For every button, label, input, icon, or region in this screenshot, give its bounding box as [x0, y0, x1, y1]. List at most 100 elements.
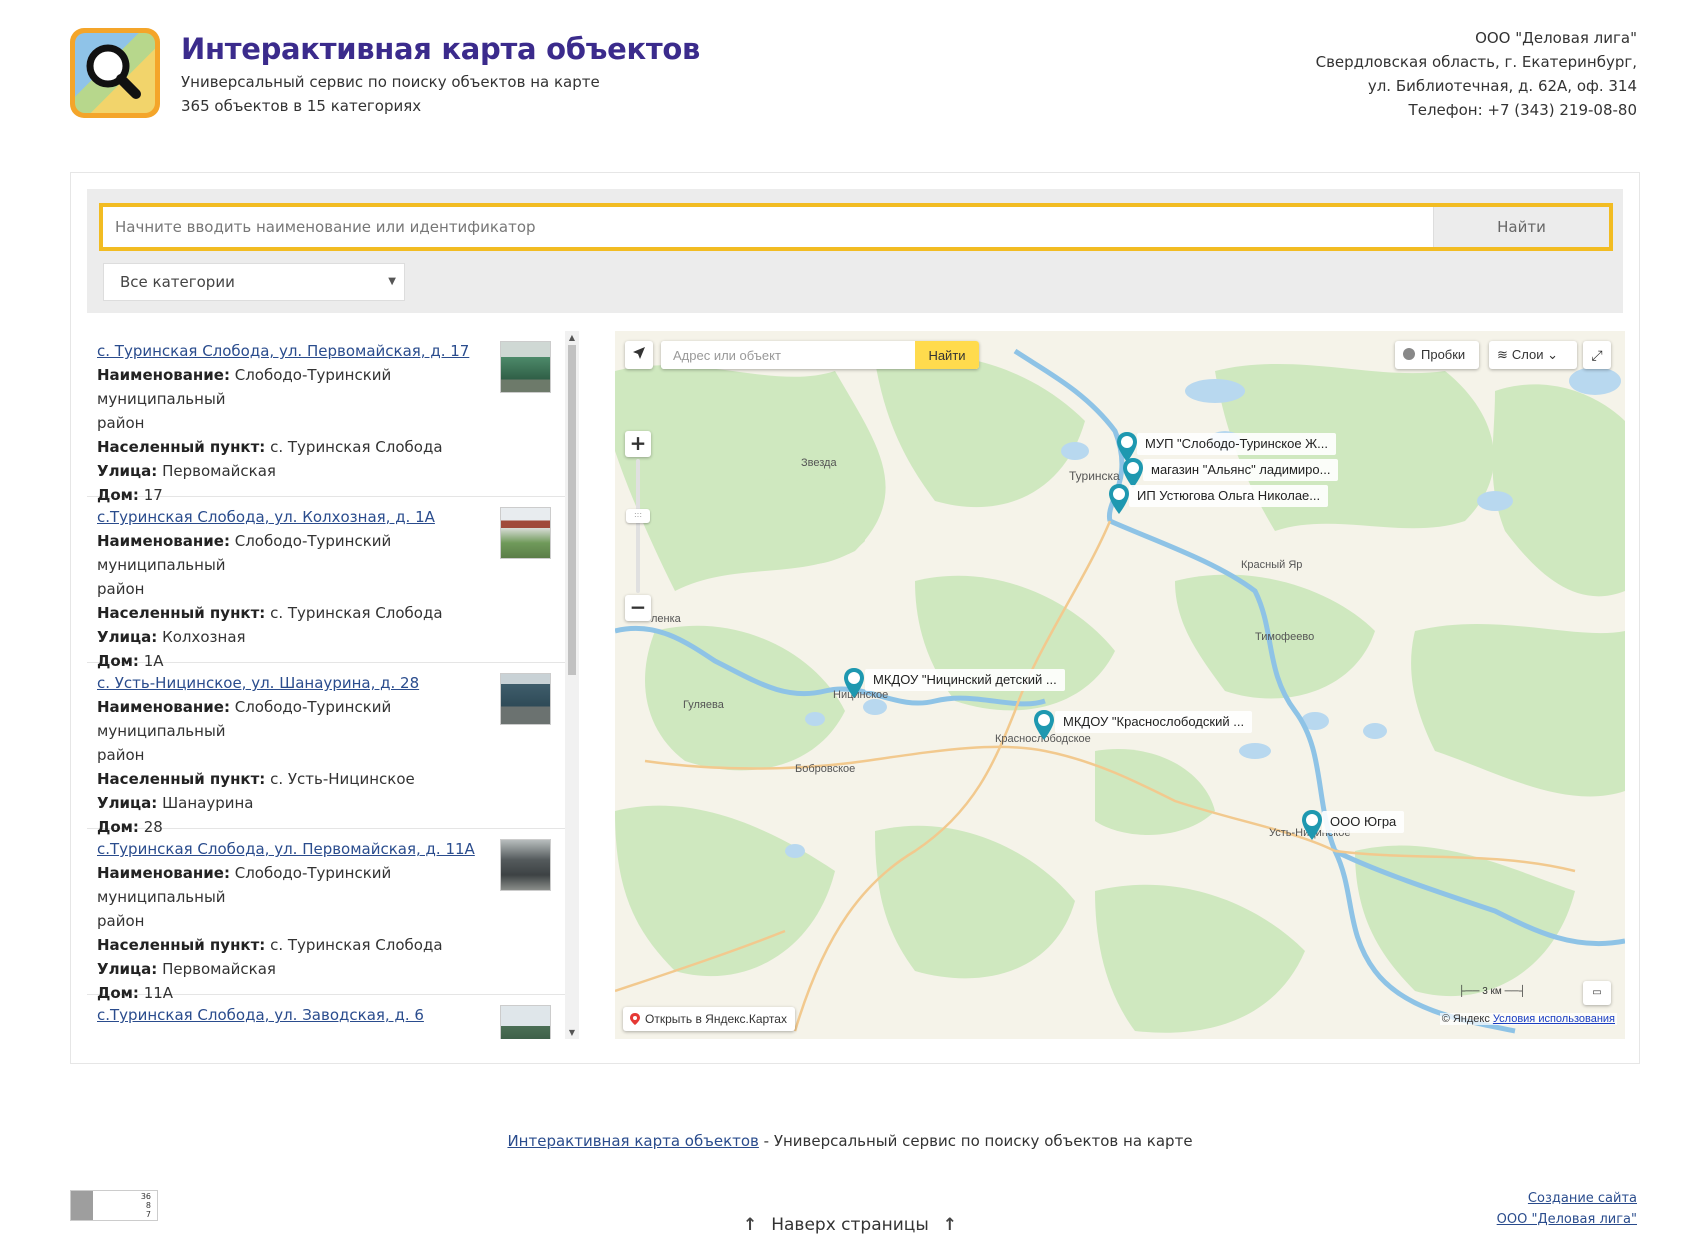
scrollbar-thumb[interactable] — [568, 345, 576, 675]
list-item: с.Туринская Слобода, ул. Первомайская, д… — [87, 829, 565, 1002]
plus-icon: + — [629, 431, 647, 455]
geolocation-button[interactable] — [625, 341, 653, 369]
object-photo[interactable] — [500, 507, 551, 559]
map-marker-icon[interactable] — [1301, 809, 1323, 841]
zoom-slider-handle[interactable]: ::: — [626, 509, 650, 523]
list-item: с.Туринская Слобода, ул. Колхозная, д. 1… — [87, 497, 565, 670]
traffic-label: Пробки — [1421, 347, 1466, 362]
place-label: Звезда — [801, 457, 837, 469]
site-title: Интерактивная карта объектов — [181, 32, 701, 66]
list-item: с.Туринская Слобода, ул. Заводская, д. 6 — [87, 995, 565, 1039]
ruler-icon: ▭ — [1592, 987, 1602, 998]
object-locality: Населенный пункт: с. Туринская Слобода — [97, 438, 443, 456]
object-street: Улица: Первомайская — [97, 960, 276, 978]
contact-info: ООО "Деловая лига" Свердловская область,… — [1316, 26, 1637, 122]
map-marker-label[interactable]: МКДОУ "Краснослободский ... — [1055, 711, 1253, 733]
object-link[interactable]: с.Туринская Слобода, ул. Заводская, д. 6 — [97, 1003, 475, 1027]
object-name-cont: район — [97, 746, 145, 764]
site-subtitle: Универсальный сервис по поиску объектов … — [181, 73, 600, 91]
traffic-button[interactable]: Пробки — [1395, 341, 1479, 369]
list-item: с. Усть-Ницинское, ул. Шанаурина, д. 28 … — [87, 663, 565, 836]
map[interactable]: Найти Пробки ≋Слои ⌄ ⤢ + ::: − Звезда Ту… — [615, 331, 1625, 1039]
layers-label: Слои — [1511, 347, 1544, 362]
open-in-yandex-maps-label: Открыть в Яндекс.Картах — [645, 1012, 787, 1026]
traffic-light-icon — [1403, 348, 1415, 360]
zoom-slider-track[interactable] — [636, 459, 640, 593]
map-marker-icon[interactable] — [1108, 483, 1130, 515]
objects-list[interactable]: с. Туринская Слобода, ул. Первомайская, … — [87, 331, 565, 1039]
ruler-button[interactable]: ▭ — [1583, 981, 1611, 1005]
object-name: Наименование: Слободо-Туринский муниципа… — [97, 698, 392, 740]
place-label: Тимофеево — [1255, 631, 1315, 643]
chevron-down-icon: ⌄ — [1547, 347, 1559, 362]
phone: Телефон: +7 (343) 219-08-80 — [1408, 101, 1637, 119]
category-select-value: Все категории — [120, 273, 235, 291]
map-find-button[interactable]: Найти — [915, 341, 979, 369]
footer-line: Интерактивная карта объектов - Универсал… — [0, 1132, 1700, 1150]
map-scale: ├── 3 км ──┤ — [1458, 986, 1526, 997]
map-marker-label[interactable]: МУП "Слободо-Туринское Ж... — [1137, 433, 1337, 455]
category-select[interactable]: Все категории ▼ — [103, 263, 405, 301]
footer-tagline: - Универсальный сервис по поиску объекто… — [758, 1132, 1193, 1150]
back-to-top[interactable]: ↑ Наверх страницы ↑ — [0, 1215, 1700, 1235]
object-street: Улица: Первомайская — [97, 462, 276, 480]
map-pin-icon — [630, 1013, 640, 1025]
object-street: Улица: Колхозная — [97, 628, 246, 646]
expand-icon: ⤢ — [1591, 347, 1603, 363]
map-marker-label[interactable]: МКДОУ "Ницинский детский ... — [865, 669, 1065, 691]
map-marker-icon[interactable] — [843, 667, 865, 699]
credit-link-site[interactable]: Создание сайта — [1497, 1188, 1637, 1209]
back-to-top-label: Наверх страницы — [771, 1215, 929, 1235]
copyright-text: © Яндекс — [1441, 1013, 1490, 1025]
chevron-down-icon: ▼ — [388, 276, 396, 287]
scroll-up-icon[interactable]: ▲ — [565, 333, 579, 342]
site-logo[interactable] — [70, 28, 160, 118]
object-name-cont: район — [97, 414, 145, 432]
object-photo[interactable] — [500, 673, 551, 725]
object-link[interactable]: с. Усть-Ницинское, ул. Шанаурина, д. 28 — [97, 671, 475, 695]
fullscreen-button[interactable]: ⤢ — [1583, 341, 1611, 369]
object-name: Наименование: Слободо-Туринский муниципа… — [97, 532, 392, 574]
object-link[interactable]: с. Туринская Слобода, ул. Первомайская, … — [97, 339, 475, 363]
object-street: Улица: Шанаурина — [97, 794, 254, 812]
company-name: ООО "Деловая лига" — [1475, 29, 1637, 47]
layers-button[interactable]: ≋ Слои ⌄ — [1489, 341, 1577, 369]
object-locality: Населенный пункт: с. Туринская Слобода — [97, 936, 443, 954]
zoom-out-button[interactable]: − — [625, 595, 651, 621]
list-item: с. Туринская Слобода, ул. Первомайская, … — [87, 331, 565, 504]
arrow-up-icon: ↑ — [742, 1215, 758, 1235]
map-marker-icon[interactable] — [1033, 709, 1055, 741]
location-arrow-icon — [633, 347, 645, 359]
objects-count: 365 объектов в 15 категориях — [181, 97, 422, 115]
credit-link-company[interactable]: ООО "Деловая лига" — [1497, 1209, 1637, 1230]
map-search: Найти — [661, 341, 979, 369]
search-input[interactable] — [103, 207, 1433, 247]
layers-icon: ≋ — [1497, 347, 1508, 362]
object-name: Наименование: Слободо-Туринский муниципа… — [97, 366, 392, 408]
magnifier-icon — [86, 44, 141, 99]
terms-link[interactable]: Условия использования — [1493, 1013, 1615, 1025]
zoom-in-button[interactable]: + — [625, 431, 651, 457]
main-panel: Найти Все категории ▼ с. Туринская Слобо… — [70, 172, 1640, 1064]
list-scrollbar[interactable]: ▲ ▼ — [565, 331, 579, 1039]
object-name-cont: район — [97, 580, 145, 598]
map-marker-label[interactable]: ИП Устюгова Ольга Николае... — [1129, 485, 1329, 507]
footer-home-link[interactable]: Интерактивная карта объектов — [507, 1132, 758, 1150]
object-photo[interactable] — [500, 839, 551, 891]
scroll-down-icon[interactable]: ▼ — [565, 1028, 579, 1037]
map-address-input[interactable] — [661, 341, 915, 369]
object-photo[interactable] — [500, 341, 551, 393]
map-marker-label[interactable]: магазин "Альянс" ладимиро... — [1143, 459, 1339, 481]
place-label: Туринска — [1069, 469, 1120, 483]
open-in-yandex-maps[interactable]: Открыть в Яндекс.Картах — [623, 1007, 795, 1031]
object-name: Наименование: Слободо-Туринский муниципа… — [97, 864, 392, 906]
object-photo[interactable] — [500, 1005, 551, 1039]
object-link[interactable]: с.Туринская Слобода, ул. Колхозная, д. 1… — [97, 505, 475, 529]
search-box: Найти Все категории ▼ — [87, 189, 1623, 313]
map-marker-label[interactable]: ООО Югра — [1322, 811, 1405, 833]
object-link[interactable]: с.Туринская Слобода, ул. Первомайская, д… — [97, 837, 475, 861]
object-name-cont: район — [97, 912, 145, 930]
search-button[interactable]: Найти — [1433, 207, 1609, 247]
place-label: Красный Яр — [1241, 559, 1303, 571]
map-scale-label: 3 км — [1482, 986, 1502, 997]
